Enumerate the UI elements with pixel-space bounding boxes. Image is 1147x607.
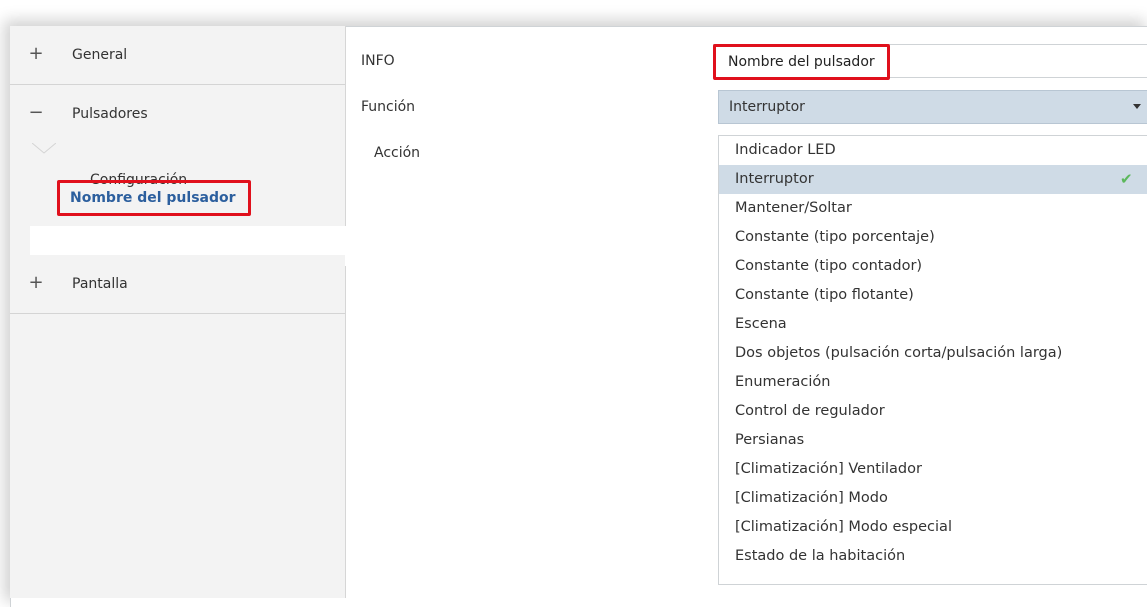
dropdown-option[interactable]: [Climatización] Ventilador xyxy=(719,455,1147,484)
expand-plus-icon[interactable]: + xyxy=(28,44,44,64)
tree-notch-icon xyxy=(32,143,56,154)
sidebar: + General − Pulsadores Configuración + P… xyxy=(10,26,346,598)
expand-plus-icon[interactable]: + xyxy=(28,273,44,293)
dropdown-option[interactable]: Mantener/Soltar xyxy=(719,194,1147,223)
dropdown-option[interactable]: Dos objetos (pulsación corta/pulsación l… xyxy=(719,339,1147,368)
info-input-value[interactable]: Nombre del pulsador xyxy=(713,44,890,80)
dropdown-option[interactable]: Escena xyxy=(719,310,1147,339)
chevron-down-icon[interactable] xyxy=(1133,104,1141,109)
collapse-minus-icon[interactable]: − xyxy=(28,103,44,123)
dropdown-option[interactable]: Indicador LED xyxy=(719,136,1147,165)
info-label: INFO xyxy=(361,53,395,69)
dropdown-option[interactable]: [Climatización] Modo especial xyxy=(719,513,1147,542)
dropdown-option[interactable]: Persianas xyxy=(719,426,1147,455)
dropdown-option[interactable]: Estado de la habitación xyxy=(719,542,1147,571)
sidebar-item-label: Pantalla xyxy=(72,276,128,292)
funcion-dropdown-list: Indicador LED Interruptor ✔ Mantener/Sol… xyxy=(718,135,1147,585)
dropdown-option[interactable]: Constante (tipo contador) xyxy=(719,252,1147,281)
dropdown-option[interactable]: Enumeración xyxy=(719,368,1147,397)
sidebar-item-label: General xyxy=(72,47,128,63)
dropdown-option[interactable]: [Climatización] Modo xyxy=(719,484,1147,513)
dropdown-option-selected[interactable]: Interruptor ✔ xyxy=(719,165,1147,194)
sidebar-item-pulsadores[interactable]: − Pulsadores xyxy=(10,85,345,144)
dropdown-option[interactable]: Constante (tipo porcentaje) xyxy=(719,223,1147,252)
funcion-select-value: Interruptor xyxy=(729,99,805,115)
funcion-label: Función xyxy=(361,99,416,115)
sidebar-item-label: Pulsadores xyxy=(72,106,148,122)
sidebar-item-pantalla[interactable]: + Pantalla xyxy=(10,255,345,314)
dropdown-option[interactable]: Control de regulador xyxy=(719,397,1147,426)
checkmark-icon: ✔ xyxy=(1120,170,1133,188)
sidebar-item-general[interactable]: + General xyxy=(10,26,345,85)
sidebar-subitem-nombre-del-pulsador[interactable]: Nombre del pulsador xyxy=(57,180,251,216)
dropdown-option[interactable]: Constante (tipo flotante) xyxy=(719,281,1147,310)
funcion-select[interactable]: Interruptor xyxy=(718,90,1147,124)
accion-label: Acción xyxy=(374,145,421,161)
